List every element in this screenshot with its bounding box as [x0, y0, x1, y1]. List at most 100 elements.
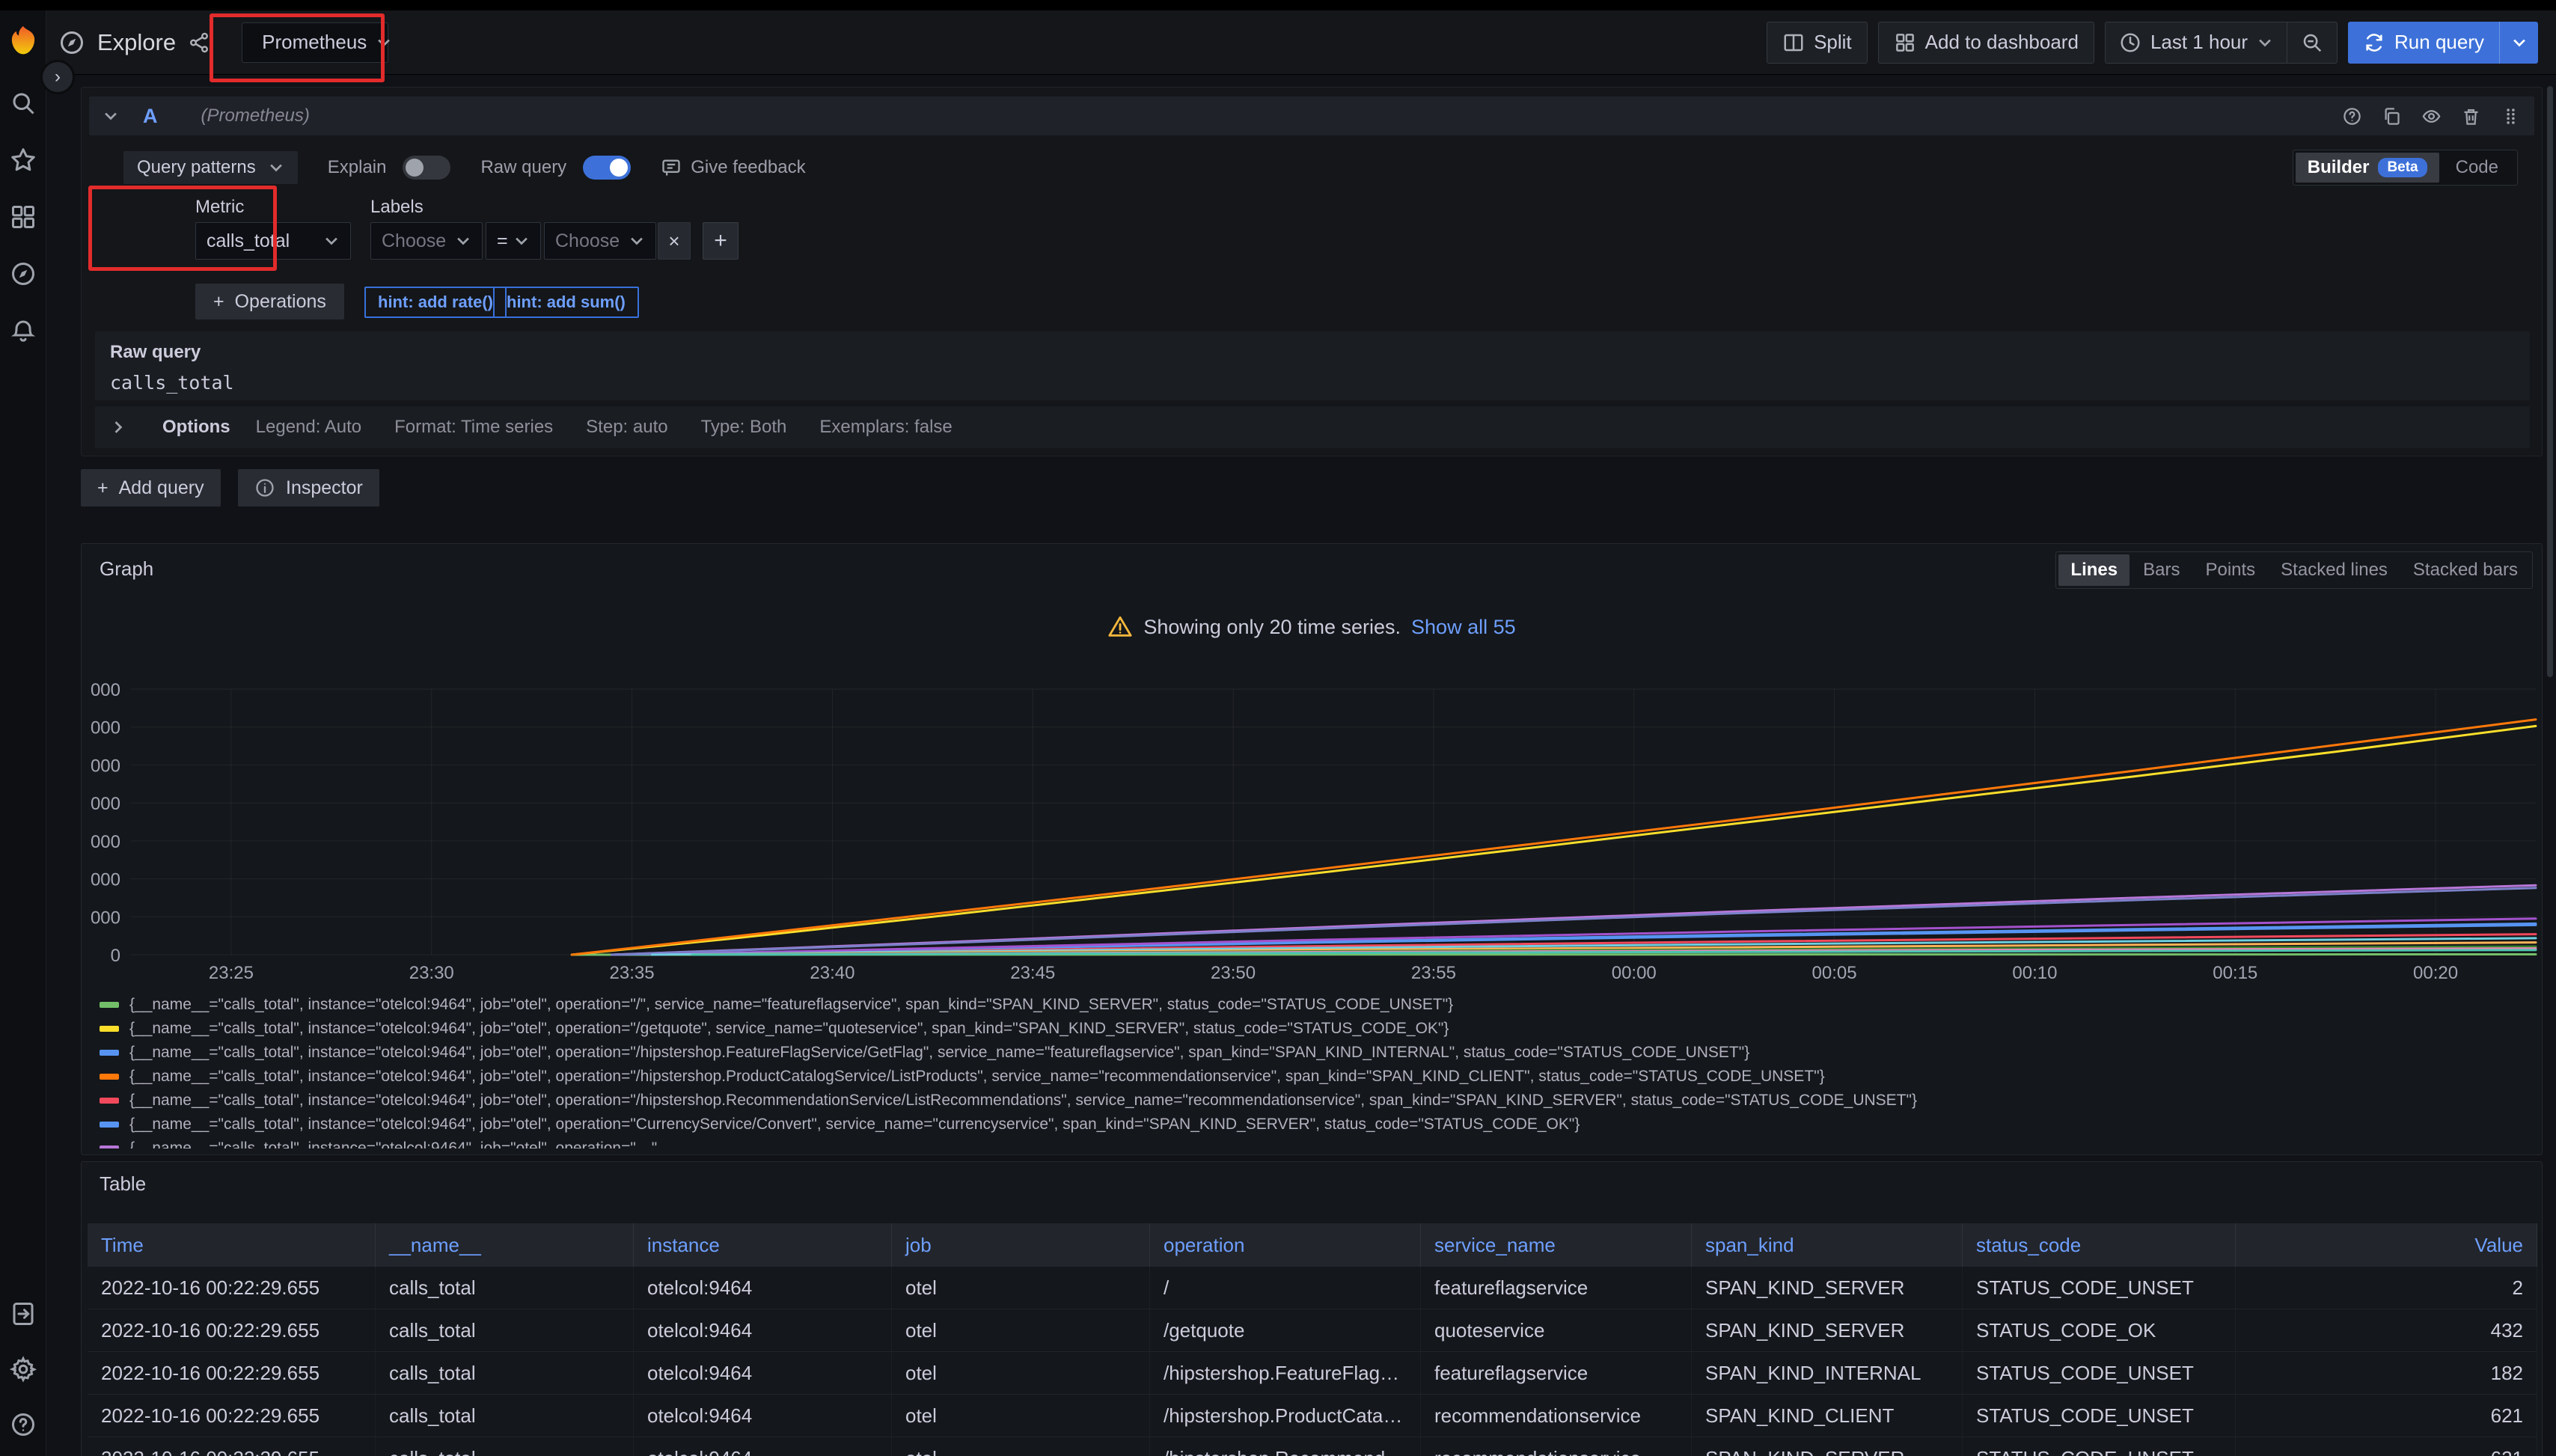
- dashboards-icon[interactable]: [10, 204, 37, 230]
- table-row[interactable]: 2022-10-16 00:22:29.655calls_totalotelco…: [88, 1352, 2537, 1395]
- svg-text:00:20: 00:20: [2413, 963, 2458, 983]
- time-range-picker[interactable]: Last 1 hour: [2106, 22, 2287, 63]
- help-icon[interactable]: [10, 1411, 37, 1438]
- chevron-down-icon: [268, 159, 284, 176]
- metric-select[interactable]: calls_total: [195, 222, 351, 260]
- graph-mode-bars[interactable]: Bars: [2131, 554, 2192, 586]
- drag-handle-icon[interactable]: [2501, 106, 2521, 126]
- duplicate-query-icon[interactable]: [2382, 106, 2402, 126]
- collapse-chevron-icon[interactable]: [103, 108, 119, 124]
- svg-text:12000: 12000: [91, 718, 120, 738]
- column-header-instance[interactable]: instance: [634, 1223, 892, 1267]
- graph-mode-stacked-lines[interactable]: Stacked lines: [2269, 554, 2400, 586]
- legend-item[interactable]: {__name__="calls_total", instance="otelc…: [100, 1017, 2531, 1041]
- legend-item[interactable]: {__name__="calls_total", instance="otelc…: [100, 1089, 2531, 1113]
- legend-item[interactable]: {__name__="calls_total", instance="otelc…: [100, 993, 2531, 1017]
- column-header-spankind[interactable]: span_kind: [1692, 1223, 1963, 1267]
- configuration-gear-icon[interactable]: [10, 1356, 37, 1383]
- legend-item[interactable]: {__name__="calls_total", instance="otelc…: [100, 1041, 2531, 1065]
- graph-mode-points[interactable]: Points: [2193, 554, 2267, 586]
- page-scrollbar[interactable]: [2547, 86, 2553, 677]
- run-query-dropdown[interactable]: [2499, 22, 2538, 64]
- run-query-button[interactable]: Run query: [2348, 22, 2538, 64]
- query-row-header[interactable]: A (Prometheus): [89, 97, 2534, 135]
- add-to-dashboard-label: Add to dashboard: [1925, 31, 2079, 54]
- builder-mode-tab[interactable]: Builder Beta: [2296, 153, 2439, 183]
- inspector-button[interactable]: Inspector: [238, 469, 379, 507]
- option-summary-item: Type: Both: [701, 417, 787, 438]
- hint-add-rate-button[interactable]: hint: add rate(): [364, 287, 507, 318]
- sign-in-icon[interactable]: [10, 1300, 37, 1327]
- raw-query-value: calls_total: [110, 372, 2515, 394]
- metric-field-label: Metric: [195, 197, 244, 218]
- split-button[interactable]: Split: [1767, 22, 1868, 64]
- add-query-button[interactable]: + Add query: [81, 469, 221, 507]
- legend-item[interactable]: {__name__="calls_total", instance="otelc…: [100, 1065, 2531, 1089]
- table-cell: otelcol:9464: [634, 1395, 892, 1437]
- legend-item[interactable]: {__name__="calls_total", instance="otelc…: [100, 1113, 2531, 1137]
- svg-text:23:40: 23:40: [810, 963, 854, 983]
- table-row[interactable]: 2022-10-16 00:22:29.655calls_totalotelco…: [88, 1309, 2537, 1352]
- raw-query-toggle[interactable]: [583, 156, 631, 180]
- table-cell: /: [1150, 1267, 1421, 1309]
- label-value-placeholder: Choose: [555, 230, 620, 252]
- column-header-statuscode[interactable]: status_code: [1963, 1223, 2236, 1267]
- add-to-dashboard-button[interactable]: Add to dashboard: [1878, 22, 2094, 64]
- add-label-filter-button[interactable]: +: [703, 222, 739, 260]
- query-help-icon[interactable]: [2342, 106, 2362, 126]
- graph-mode-stacked-bars[interactable]: Stacked bars: [2401, 554, 2530, 586]
- starred-icon[interactable]: [10, 147, 37, 174]
- table-cell: calls_total: [376, 1309, 634, 1351]
- page-title: Explore: [97, 29, 176, 56]
- explain-toggle[interactable]: [403, 156, 450, 180]
- svg-text:00:15: 00:15: [2213, 963, 2257, 983]
- table-row[interactable]: 2022-10-16 00:22:29.655calls_totalotelco…: [88, 1267, 2537, 1309]
- zoom-out-icon: [2301, 31, 2323, 54]
- raw-query-label: Raw query: [480, 157, 566, 178]
- query-options-bar[interactable]: Options Legend: AutoFormat: Time seriesS…: [95, 406, 2530, 448]
- delete-query-trash-icon[interactable]: [2461, 106, 2481, 126]
- column-header-job[interactable]: job: [892, 1223, 1150, 1267]
- explore-icon[interactable]: [10, 260, 37, 287]
- column-header-value[interactable]: Value: [2236, 1223, 2537, 1267]
- label-key-select[interactable]: Choose: [370, 222, 483, 260]
- graph-mode-lines[interactable]: Lines: [2058, 554, 2130, 586]
- svg-text:23:30: 23:30: [409, 963, 454, 983]
- grafana-logo[interactable]: [7, 24, 40, 57]
- chevron-down-icon: [376, 34, 392, 51]
- alerting-bell-icon[interactable]: [10, 317, 37, 344]
- column-header-name[interactable]: __name__: [376, 1223, 634, 1267]
- table-cell: otelcol:9464: [634, 1352, 892, 1394]
- table-cell: STATUS_CODE_UNSET: [1963, 1437, 2236, 1456]
- table-row[interactable]: 2022-10-16 00:22:29.655calls_totalotelco…: [88, 1395, 2537, 1437]
- column-header-time[interactable]: Time: [88, 1223, 376, 1267]
- code-mode-tab[interactable]: Code: [2439, 153, 2515, 183]
- svg-text:23:35: 23:35: [610, 963, 655, 983]
- table-row[interactable]: 2022-10-16 00:22:29.655calls_totalotelco…: [88, 1437, 2537, 1456]
- show-all-series-link[interactable]: Show all 55: [1411, 616, 1516, 639]
- label-operator-select[interactable]: =: [486, 222, 541, 260]
- graph-legend: {__name__="calls_total", instance="otelc…: [100, 993, 2531, 1148]
- legend-item-partial[interactable]: {__name__="calls_total", instance="otelc…: [100, 1137, 2531, 1148]
- time-series-chart[interactable]: 0200040006000800010000120001400023:2523:…: [91, 667, 2537, 984]
- datasource-picker[interactable]: Prometheus: [242, 22, 388, 63]
- zoom-out-time-button[interactable]: [2287, 22, 2337, 63]
- table-cell: otelcol:9464: [634, 1267, 892, 1309]
- svg-text:23:50: 23:50: [1211, 963, 1256, 983]
- toggle-visibility-eye-icon[interactable]: [2421, 106, 2442, 126]
- chevron-down-icon: [629, 233, 645, 249]
- query-patterns-dropdown[interactable]: Query patterns: [123, 151, 298, 184]
- table-cell: otelcol:9464: [634, 1309, 892, 1351]
- table-cell: otel: [892, 1437, 1150, 1456]
- search-icon[interactable]: [10, 90, 37, 117]
- datasource-name: Prometheus: [262, 31, 367, 54]
- column-header-operation[interactable]: operation: [1150, 1223, 1421, 1267]
- sidebar-expand-button[interactable]: ›: [40, 60, 75, 94]
- remove-label-filter-button[interactable]: ×: [658, 222, 691, 260]
- add-operation-button[interactable]: + Operations: [195, 284, 344, 319]
- give-feedback-link[interactable]: Give feedback: [661, 157, 805, 178]
- label-value-select[interactable]: Choose: [544, 222, 656, 260]
- column-header-servicename[interactable]: service_name: [1421, 1223, 1692, 1267]
- share-icon[interactable]: [188, 31, 210, 54]
- hint-add-sum-button[interactable]: hint: add sum(): [493, 287, 639, 318]
